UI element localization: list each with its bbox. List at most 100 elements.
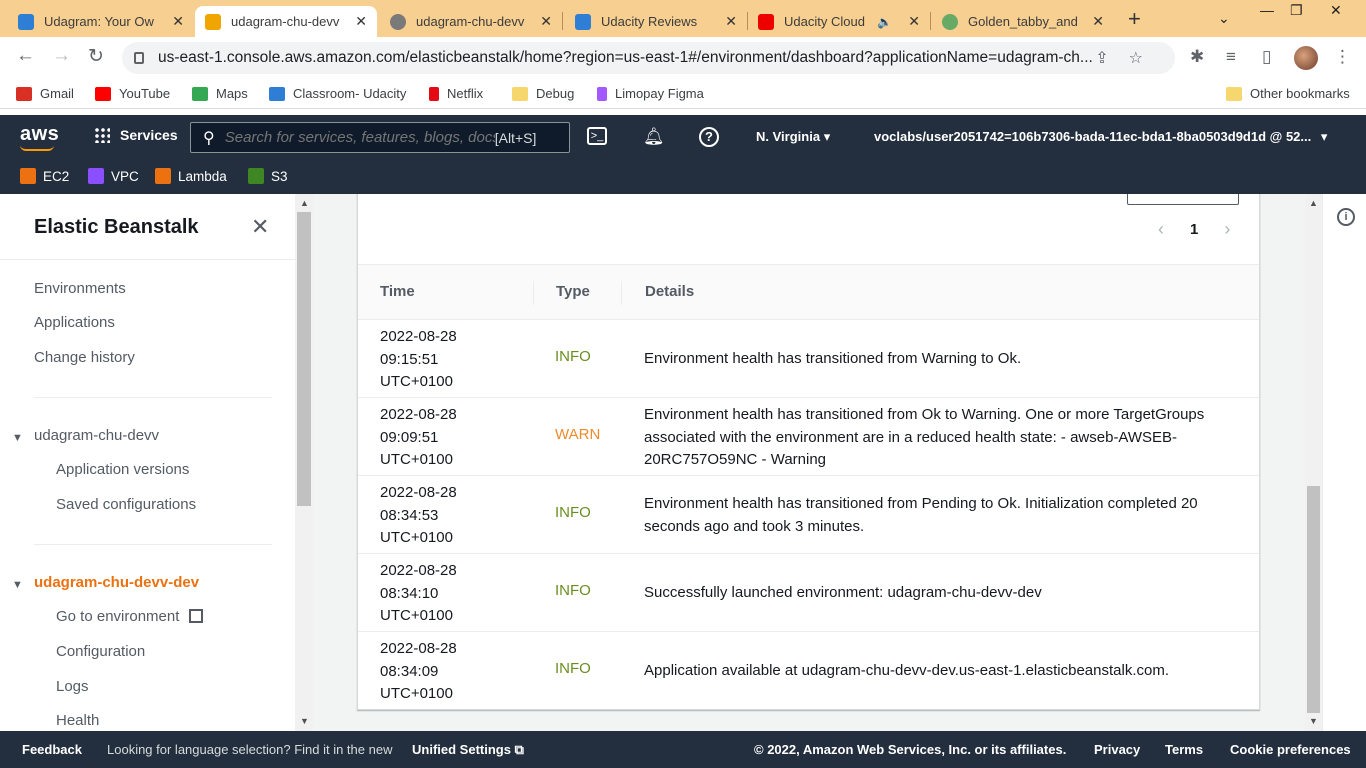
event-details: Environment health has transitioned from… [644,350,1022,367]
scroll-down-icon[interactable]: ▼ [1309,716,1318,726]
main-content: ‹ 1 › Time Type Details 2022-08-28 09:15:… [313,194,1322,731]
global-search[interactable]: ⚲ [Alt+S] [190,122,570,153]
bookmark-label: Other bookmarks [1250,86,1350,101]
forward-icon[interactable]: → [52,45,71,67]
scroll-down-icon[interactable]: ▼ [300,716,309,726]
bookmark-debug[interactable]: Debug [512,86,574,101]
browser-tab[interactable]: Golden_tabby_and ✕ [932,6,1114,37]
sidebar-env-name[interactable]: udagram-chu-devv-dev [34,574,199,591]
region-selector[interactable]: N. Virginia ▾ [756,129,830,145]
account-menu[interactable]: voclabs/user2051742=106b7306-bada-11ec-b… [874,129,1327,145]
services-menu-button[interactable]: Services [94,127,178,143]
terms-link[interactable]: Terms [1165,742,1203,757]
notifications-bell-icon[interactable]: 🔔︎ [643,127,665,147]
sidebar-item-health[interactable]: Health [56,712,99,729]
folder-icon [512,86,528,101]
close-icon[interactable]: ✕ [251,214,269,240]
column-header-details[interactable]: Details [645,283,694,300]
browser-tab-active[interactable]: udagram-chu-devv ✕ [195,6,377,37]
media-icon[interactable]: ≡ [1226,47,1236,67]
lock-icon [134,52,144,64]
bookmark-classroom[interactable]: Classroom- Udacity [269,86,406,101]
cloudshell-icon[interactable]: >_ [587,127,607,145]
privacy-link[interactable]: Privacy [1094,742,1140,757]
bookmark-figma[interactable]: Limopay Figma [597,86,704,101]
feedback-link[interactable]: Feedback [22,742,82,757]
bookmark-netflix[interactable]: Netflix [429,86,483,101]
main-scrollbar[interactable]: ▲ ▼ [1305,194,1322,731]
close-tab-icon[interactable]: ✕ [540,13,552,30]
sidebar-item-applications[interactable]: Applications [34,314,115,331]
column-header-time[interactable]: Time [380,283,415,300]
browser-tab[interactable]: Udagram: Your Ow ✕ [8,6,194,37]
address-bar[interactable]: us-east-1.console.aws.amazon.com/elastic… [122,42,1175,74]
tab-search-icon[interactable]: ⌄ [1218,10,1230,27]
favorite-ec2[interactable]: EC2 [20,168,69,184]
speaker-icon[interactable]: 🔈 [877,15,892,29]
aws-logo[interactable]: aws [20,123,59,151]
scrollbar-thumb[interactable] [297,212,311,506]
sidebar-item-go-to-environment[interactable]: Go to environment [56,608,204,625]
chevron-left-icon[interactable]: ‹ [1158,219,1164,240]
bookmarks-bar: Gmail YouTube Maps Classroom- Udacity Ne… [0,79,1366,109]
events-filter-field[interactable] [1127,194,1239,205]
close-tab-icon[interactable]: ✕ [908,13,920,30]
tab-separator [562,12,563,30]
sidebar-item-environments[interactable]: Environments [34,280,126,297]
bookmark-maps[interactable]: Maps [192,86,248,101]
column-header-type[interactable]: Type [556,283,590,300]
sidebar-item-change-history[interactable]: Change history [34,349,135,366]
close-tab-icon[interactable]: ✕ [725,13,737,30]
close-tab-icon[interactable]: ✕ [172,13,184,30]
favorite-label: EC2 [43,168,70,184]
sidebar-scrollbar[interactable]: ▲ ▼ [295,194,313,731]
browser-tab[interactable]: Udacity Reviews ✕ [565,6,747,37]
caret-down-icon[interactable]: ▼ [12,432,23,444]
close-tab-icon[interactable]: ✕ [355,13,367,30]
extensions-icon[interactable]: ✱ [1190,47,1204,67]
unified-settings-link[interactable]: Unified Settings ⧉ [412,742,524,758]
chevron-right-icon[interactable]: › [1224,219,1230,240]
sidebar-item-application-versions[interactable]: Application versions [56,461,189,478]
sidebar-item-saved-configurations[interactable]: Saved configurations [56,496,196,513]
share-star-icons[interactable]: ⇪☆ [1095,48,1163,68]
event-time: 2022-08-28 08:34:10 UTC+0100 [380,562,457,624]
sidebar-item-configuration[interactable]: Configuration [56,643,145,660]
minimize-icon[interactable]: — [1260,2,1274,18]
back-icon[interactable]: ← [16,45,35,67]
help-icon[interactable]: ? [699,127,719,147]
bookmark-gmail[interactable]: Gmail [16,86,74,101]
browser-toolbar: ← → ↻ us-east-1.console.aws.amazon.com/e… [0,37,1366,79]
browser-tab[interactable]: Udacity Cloud 🔈 ✕ [748,6,930,37]
event-time: 2022-08-28 09:09:51 UTC+0100 [380,406,457,468]
browser-tab[interactable]: udagram-chu-devv ✕ [380,6,562,37]
scroll-up-icon[interactable]: ▲ [1309,198,1318,208]
ec2-icon [20,168,36,184]
close-tab-icon[interactable]: ✕ [1092,13,1104,30]
close-window-icon[interactable]: ✕ [1330,2,1342,19]
profile-avatar[interactable] [1294,46,1318,70]
page-number[interactable]: 1 [1190,221,1198,238]
new-tab-button[interactable]: + [1128,6,1141,32]
menu-icon[interactable]: ⋮ [1334,47,1351,67]
sidebar-item-logs[interactable]: Logs [56,678,89,695]
side-panel-icon[interactable]: ▯ [1262,47,1271,67]
caret-down-icon[interactable]: ▼ [12,579,23,591]
search-input[interactable] [224,129,495,146]
bookmark-label: Netflix [447,86,484,101]
scrollbar-thumb[interactable] [1307,486,1320,713]
scroll-up-icon[interactable]: ▲ [300,198,309,208]
bookmark-youtube[interactable]: YouTube [95,86,170,101]
favorite-lambda[interactable]: Lambda [155,168,227,184]
sidebar-app-name[interactable]: udagram-chu-devv [34,427,159,444]
info-icon[interactable]: i [1337,208,1355,226]
other-bookmarks[interactable]: Other bookmarks [1226,86,1350,101]
event-type: WARN [555,426,601,443]
cookie-preferences-link[interactable]: Cookie preferences [1230,742,1351,757]
restore-icon[interactable]: ❐ [1290,2,1303,19]
url-text[interactable]: us-east-1.console.aws.amazon.com/elastic… [158,49,1098,67]
column-divider [621,281,622,305]
favorite-vpc[interactable]: VPC [88,168,139,184]
reload-icon[interactable]: ↻ [88,45,104,68]
favorite-s3[interactable]: S3 [248,168,288,184]
